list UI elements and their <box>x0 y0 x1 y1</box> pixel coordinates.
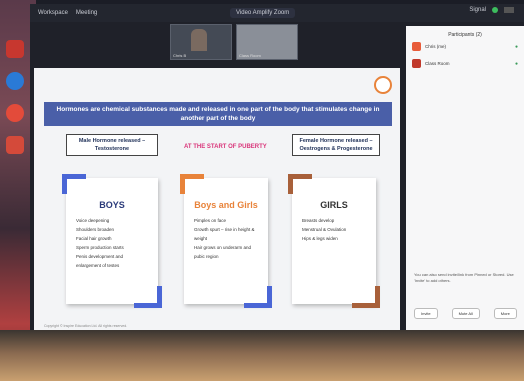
tab-meeting[interactable]: Meeting <box>76 10 97 16</box>
video-tile[interactable]: Class Room <box>236 24 298 60</box>
corner-accent-icon <box>134 286 162 308</box>
avatar <box>412 42 421 51</box>
mic-icon: ● <box>514 60 518 67</box>
window-controls-icon[interactable] <box>504 7 514 13</box>
card-item: Voice deepening <box>76 218 110 223</box>
participant-row[interactable]: Chris (me) ● <box>406 38 524 55</box>
card-item: Pimples on face <box>194 218 227 223</box>
more-button[interactable]: More <box>493 308 517 319</box>
card-item: Facial hair growth <box>76 236 112 241</box>
card-boys-and-girls: Boys and Girls Pimples on face Growth sp… <box>180 174 272 308</box>
video-strip: Chris B Class Room <box>170 24 298 60</box>
topbar-right: Signal <box>469 7 514 13</box>
monitor-screen: Workspace Meeting Video Amplify Zoom Sig… <box>30 4 524 336</box>
invite-button[interactable]: Invite <box>414 308 438 319</box>
female-hormone-box: Female Hormone released – Oestrogens & P… <box>292 134 380 156</box>
zoom-topbar: Workspace Meeting Video Amplify Zoom Sig… <box>30 4 524 22</box>
app-name: Workspace <box>38 10 68 16</box>
shield-icon <box>492 7 498 13</box>
video-tile-name: Chris B <box>173 53 187 58</box>
card-boys: BOYS Voice deepening Shoulders broaden F… <box>62 174 162 308</box>
card-item: Sperm production starts <box>76 245 124 250</box>
card-item: Growth spurt – rise in height & weight <box>194 227 255 241</box>
card-title: GIRLS <box>320 200 348 210</box>
card-item: Penis development and enlargement of tes… <box>76 254 124 268</box>
participants-panel: Participants (2) Chris (me) ● Class Room… <box>406 26 524 332</box>
mic-icon: ● <box>514 43 518 50</box>
video-tile[interactable]: Chris B <box>170 24 232 60</box>
card-item: Shoulders broaden <box>76 227 115 232</box>
corner-accent-icon <box>352 286 380 308</box>
desktop-side-icons <box>6 40 28 168</box>
participant-row[interactable]: Class Room ● <box>406 55 524 72</box>
card-item: Hips & legs widen <box>302 236 338 241</box>
puberty-heading: AT THE START OF PUBERTY <box>184 144 267 150</box>
card-item: Menstrual & Ovulation <box>302 227 347 232</box>
participant-name: Chris (me) <box>425 44 446 49</box>
corner-accent-icon <box>180 174 204 194</box>
card-title: Boys and Girls <box>194 200 258 210</box>
signal-label: Signal <box>469 7 486 13</box>
card-item: Breasts develop <box>302 218 335 223</box>
pdf-icon[interactable] <box>6 136 24 154</box>
avatar <box>412 59 421 68</box>
participant-name: Class Room <box>425 61 450 66</box>
mute-all-button[interactable]: Mute All <box>451 308 480 319</box>
card-girls: GIRLS Breasts develop Menstrual & Ovulat… <box>288 174 380 308</box>
corner-accent-icon <box>288 174 312 194</box>
slide-footer: Copyright © Inspire Education Ltd. All r… <box>44 324 128 328</box>
chrome-icon[interactable] <box>6 104 24 122</box>
corner-accent-icon <box>62 174 86 194</box>
logo-icon <box>374 76 392 94</box>
corner-accent-icon <box>244 286 272 308</box>
panel-buttons: Invite Mute All More <box>414 308 517 319</box>
edge-icon[interactable] <box>6 72 24 90</box>
meeting-title[interactable]: Video Amplify Zoom <box>230 8 296 18</box>
card-item: Hair grows on underarm and pubic region <box>194 245 252 259</box>
photo-desk-background <box>0 330 524 381</box>
male-hormone-box: Male Hormone released – Testosterone <box>66 134 158 156</box>
slide-banner: Hormones are chemical substances made an… <box>44 102 392 126</box>
app-icon[interactable] <box>6 40 24 58</box>
shared-slide: Hormones are chemical substances made an… <box>34 68 400 332</box>
panel-message: You can also send invite/link from Pinne… <box>414 272 514 283</box>
card-title: BOYS <box>99 200 125 210</box>
person-silhouette <box>191 29 207 51</box>
video-tile-name: Class Room <box>239 53 261 58</box>
